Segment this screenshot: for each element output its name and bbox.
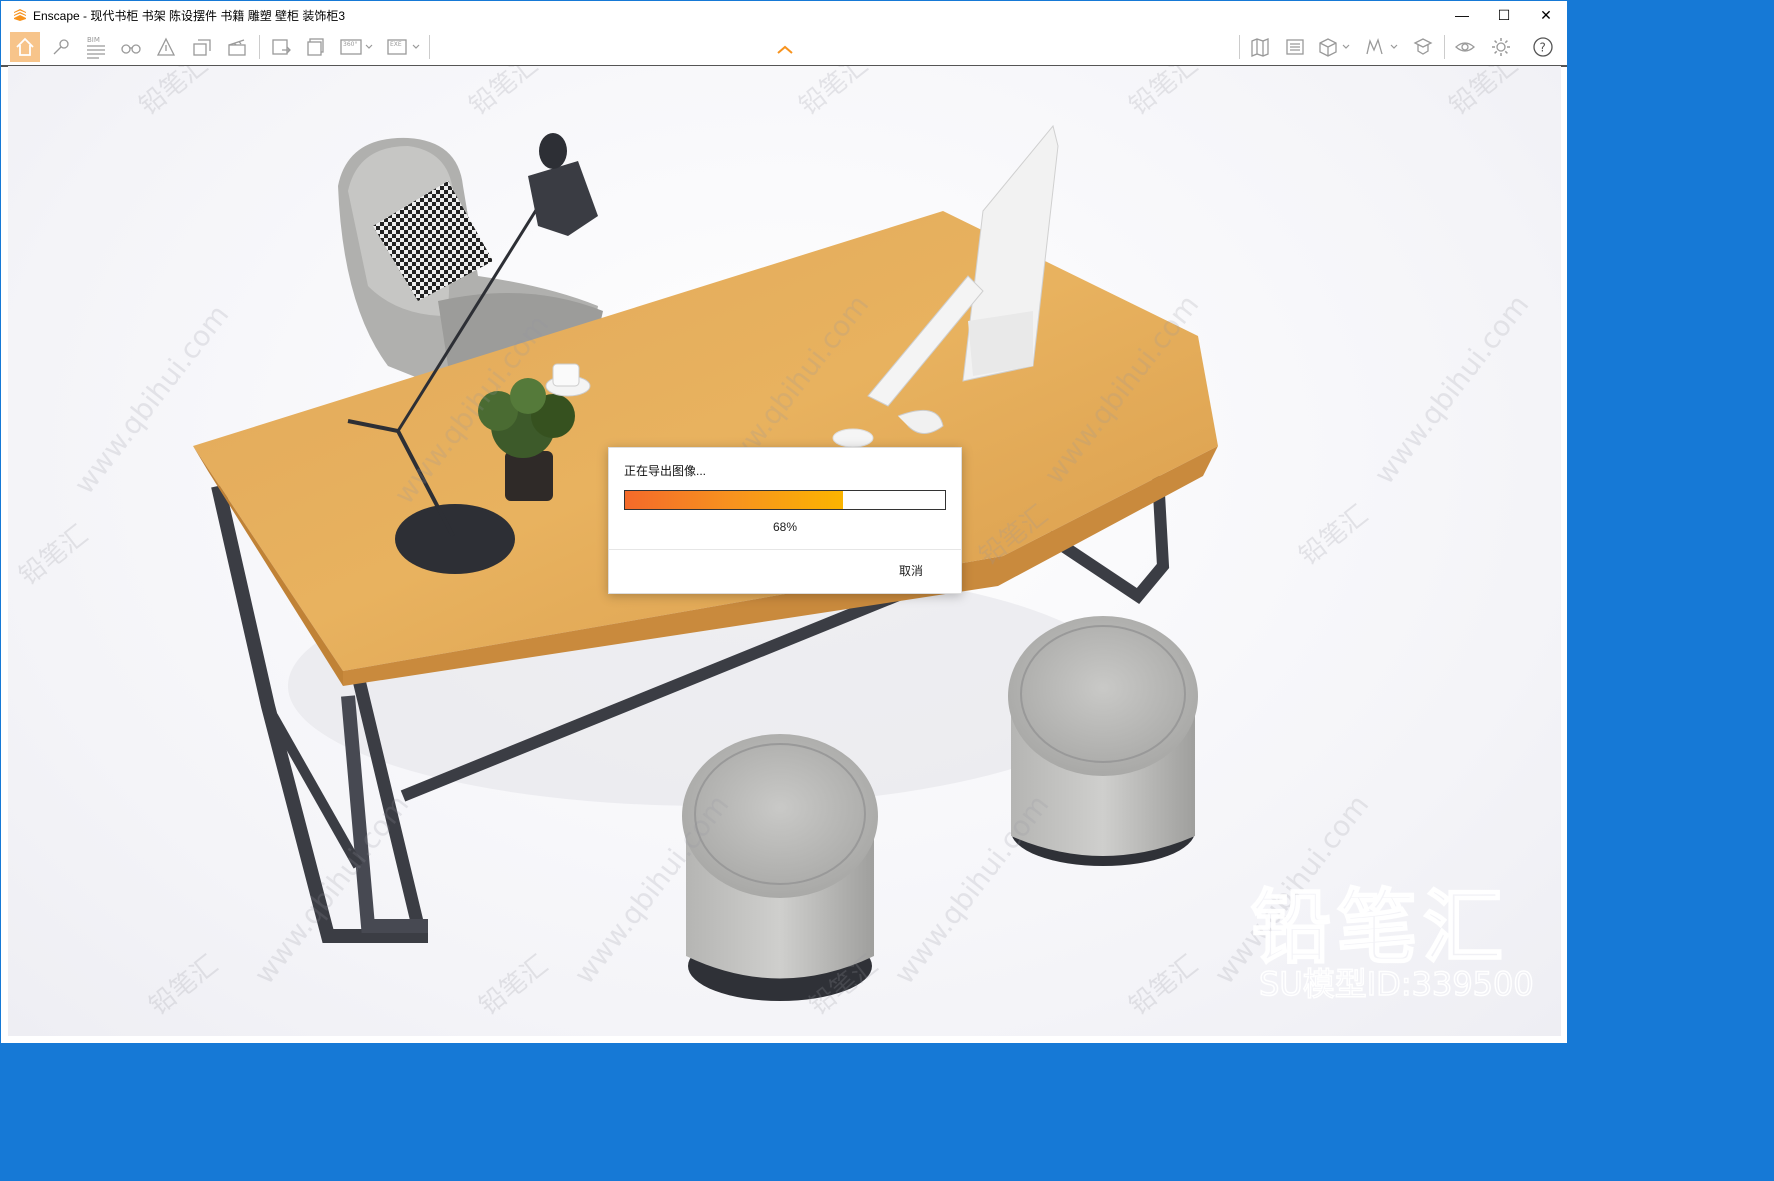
settings-button[interactable] <box>1486 32 1516 62</box>
progress-bar <box>624 490 946 510</box>
exe-export-button[interactable]: EXE <box>385 32 423 62</box>
svg-text:BIM: BIM <box>87 36 100 44</box>
toolbar-divider <box>429 35 430 59</box>
binoculars-icon <box>121 44 141 54</box>
help-button[interactable]: ? <box>1528 32 1558 62</box>
batch-render-icon <box>307 38 324 56</box>
cancel-button[interactable]: 取消 <box>899 562 923 579</box>
svg-text:铅笔汇: 铅笔汇 <box>1124 66 1204 122</box>
close-button[interactable]: ✕ <box>1525 1 1567 29</box>
map-icon <box>1251 38 1269 57</box>
map-button[interactable] <box>1245 32 1275 62</box>
minimize-button[interactable]: — <box>1441 1 1483 29</box>
toolbar-divider <box>1239 35 1240 59</box>
material-button[interactable] <box>1363 32 1401 62</box>
svg-text:www.qbihui.com: www.qbihui.com <box>888 788 1056 990</box>
panorama-button[interactable]: 360° <box>338 32 376 62</box>
title-bar: Enscape - 现代书柜 书架 陈设摆件 书籍 雕塑 壁柜 装饰柜3 — ☐… <box>1 1 1567 29</box>
asset-library-button[interactable] <box>1280 32 1310 62</box>
view-cube-icon <box>1319 38 1350 57</box>
screenshot-icon <box>272 39 291 55</box>
capture-icon <box>1413 38 1433 55</box>
dialog-title: 正在导出图像... <box>624 464 707 478</box>
dialog-divider <box>609 549 961 550</box>
home-icon <box>16 37 34 56</box>
views-icon <box>193 39 211 56</box>
capture-button[interactable] <box>1408 32 1438 62</box>
svg-text:铅笔汇: 铅笔汇 <box>794 66 874 122</box>
material-icon <box>1366 37 1398 55</box>
collapse-toolbar-icon[interactable] <box>776 45 794 55</box>
binoculars-button[interactable] <box>116 32 146 62</box>
enscape-logo-icon <box>14 9 26 21</box>
svg-text:EXE: EXE <box>390 41 402 48</box>
close-icon: ✕ <box>1540 6 1552 23</box>
location-pin-icon <box>53 39 69 55</box>
location-button[interactable] <box>46 32 76 62</box>
batch-render-button[interactable] <box>301 32 331 62</box>
toolbar: BIM 360° EXE ? <box>1 29 1567 67</box>
minimize-icon: — <box>1455 7 1469 23</box>
visual-settings-button[interactable] <box>1450 32 1480 62</box>
measure-icon <box>156 37 176 56</box>
svg-text:铅笔汇: 铅笔汇 <box>1444 66 1524 122</box>
mouse <box>832 428 874 448</box>
toolbar-divider <box>259 35 260 59</box>
svg-text:铅笔汇: 铅笔汇 <box>14 520 94 592</box>
screenshot-button[interactable] <box>266 32 296 62</box>
view-cube-button[interactable] <box>1315 32 1353 62</box>
svg-text:www.qbihui.com: www.qbihui.com <box>1368 288 1536 490</box>
svg-text:铅笔汇: 铅笔汇 <box>474 950 554 1022</box>
svg-text:360°: 360° <box>343 41 357 48</box>
bim-icon: BIM <box>87 36 105 59</box>
svg-text:铅笔汇: 铅笔汇 <box>134 66 214 122</box>
clapperboard-icon <box>228 39 246 56</box>
progress-fill <box>625 491 843 509</box>
measure-button[interactable] <box>151 32 181 62</box>
visual-settings-icon <box>1455 42 1475 52</box>
svg-text:铅笔汇: 铅笔汇 <box>1294 500 1374 572</box>
exe-export-icon: EXE <box>387 39 420 55</box>
svg-text:铅笔汇: 铅笔汇 <box>144 950 224 1022</box>
views-button[interactable] <box>187 32 217 62</box>
svg-text:铅笔汇: 铅笔汇 <box>1124 950 1204 1022</box>
maximize-icon: ☐ <box>1497 6 1511 23</box>
asset-library-icon <box>1286 39 1304 55</box>
export-progress-dialog: 正在导出图像... 68% 取消 <box>608 447 962 594</box>
toolbar-divider <box>1444 35 1445 59</box>
clapperboard-button[interactable] <box>222 32 252 62</box>
enscape-window: Enscape - 现代书柜 书架 陈设摆件 书籍 雕塑 壁柜 装饰柜3 — ☐… <box>0 0 1568 1044</box>
progress-percent: 68% <box>772 520 798 534</box>
help-icon: ? <box>1533 37 1553 57</box>
bim-button[interactable]: BIM <box>81 32 111 62</box>
watermark-model-id: SU模型ID:339500 <box>1258 964 1534 1004</box>
window-title: Enscape - 现代书柜 书架 陈设摆件 书籍 雕塑 壁柜 装饰柜3 <box>33 8 346 23</box>
round-stool-left <box>682 734 878 1001</box>
panorama-360-icon: 360° <box>340 39 373 55</box>
maximize-button[interactable]: ☐ <box>1483 1 1525 29</box>
home-button[interactable] <box>10 32 40 62</box>
svg-text:铅笔汇: 铅笔汇 <box>464 66 544 122</box>
svg-text:?: ? <box>1540 41 1546 55</box>
settings-icon <box>1492 38 1510 56</box>
